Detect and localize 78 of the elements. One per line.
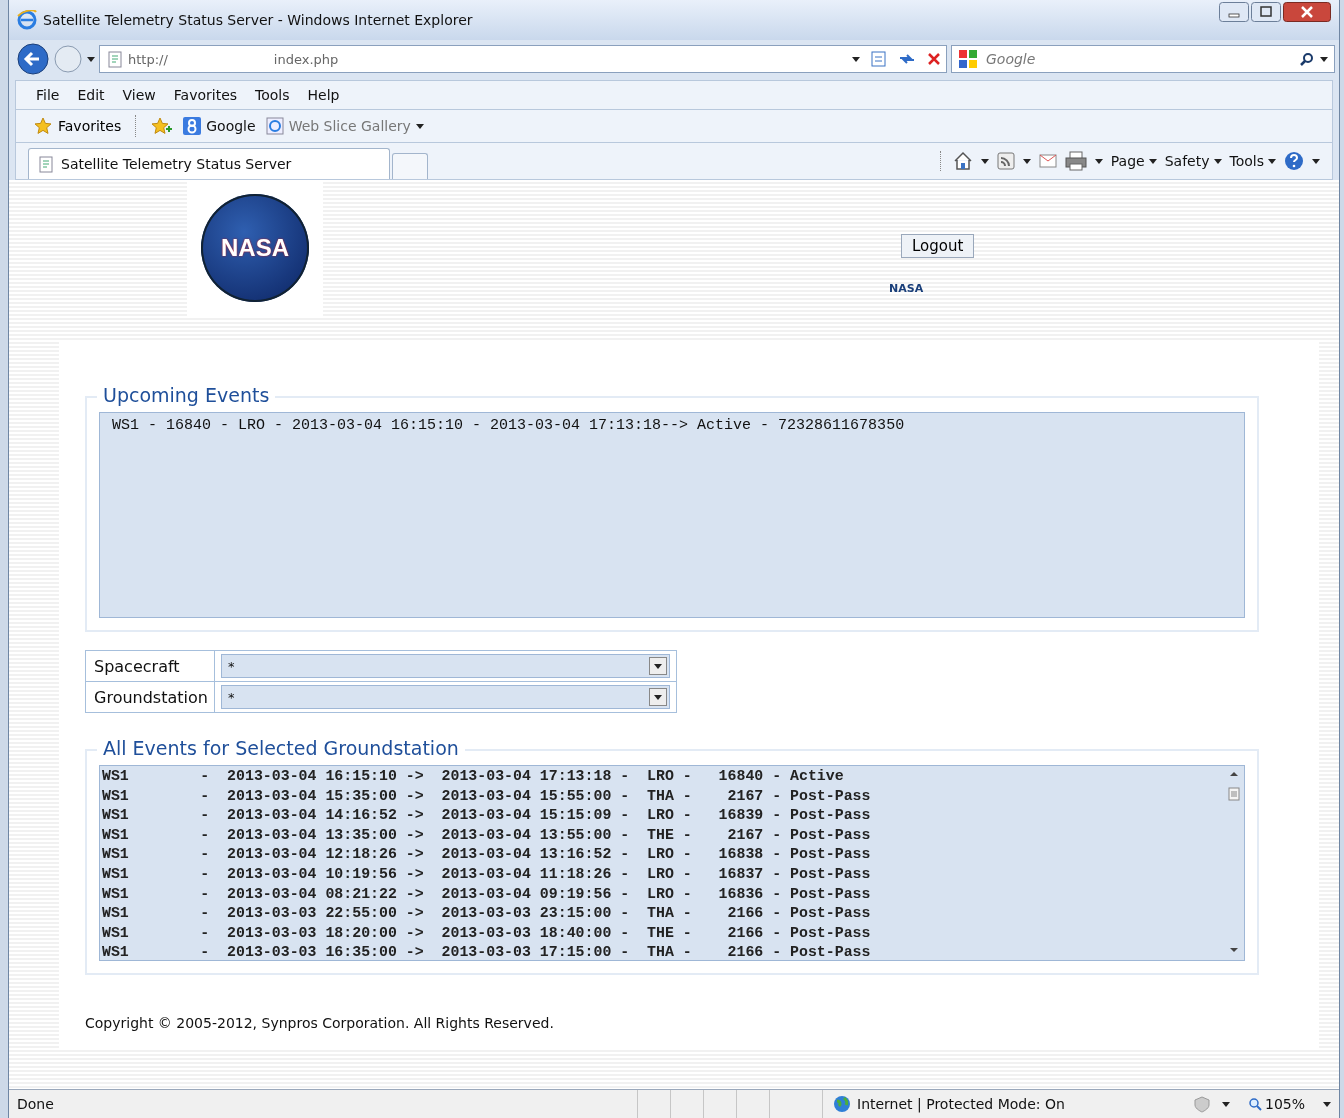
home-icon[interactable]	[952, 151, 973, 171]
event-row[interactable]: WS1 - 2013-03-04 13:35:00 -> 2013-03-04 13:55:00 - THE - 2167 - Post-Pass	[102, 825, 1224, 846]
copyright-text: Copyright © 2005-2012, Synpros Corporation. All Rights Reserved.	[85, 1015, 555, 1031]
caret-icon[interactable]	[1320, 56, 1328, 62]
events-list[interactable]	[99, 765, 1245, 961]
browser-tab[interactable]: Satellite Telemetry Status Server	[28, 148, 390, 179]
command-menu[interactable]: Page	[1110, 153, 1157, 169]
address-field[interactable]: http:// index.php	[99, 45, 947, 73]
browser-logo-icon	[17, 10, 37, 30]
dropdown[interactable]: *	[221, 654, 670, 678]
event-row[interactable]: WS1 - 2013-03-04 15:35:00 -> 2013-03-04 15:55:00 - THA - 2167 - Post-Pass	[102, 786, 1224, 807]
menu-item[interactable]: File	[36, 87, 60, 103]
event-row[interactable]: WS1 - 2013-03-04 12:18:26 -> 2013-03-04 13:16:52 - LRO - 16838 - Post-Pass	[102, 845, 1224, 865]
search-field[interactable]: Google	[951, 45, 1335, 73]
menu-item[interactable]: Help	[307, 87, 340, 103]
caret-icon[interactable]	[1221, 1101, 1230, 1107]
globe-icon	[833, 1095, 851, 1113]
caret-icon	[1148, 158, 1157, 164]
event-row[interactable]: WS1 - 2013-03-03 18:20:00 -> 2013-03-03 18:40:00 - THE - 2166 - Post-Pass	[102, 923, 1224, 944]
menu-item[interactable]: Favorites	[173, 87, 238, 103]
status-text: Done	[17, 1096, 55, 1112]
command-menu[interactable]: Safety	[1164, 153, 1222, 169]
filter-label: Groundstation	[86, 682, 215, 712]
logo-text: NASA	[221, 234, 289, 262]
caret-icon[interactable]	[1323, 1101, 1331, 1107]
favorite-link[interactable]: Google	[183, 117, 256, 135]
help-icon[interactable]	[1284, 151, 1304, 171]
url-text: http://	[128, 51, 168, 67]
logout-button[interactable]: Logout	[901, 234, 975, 258]
event-row[interactable]: WS1 - 2013-03-04 16:15:10 -> 2013-03-04 17:13:18 - LRO - 16840 - Active	[102, 767, 1224, 787]
event-row[interactable]: WS1 - 2013-03-03 16:35:00 -> 2013-03-03 17:15:00 - THA - 2166 - Post-Pass	[102, 943, 1224, 963]
zoom-icon	[1247, 1097, 1262, 1111]
zoom-level[interactable]: 105%	[1247, 1096, 1305, 1112]
event-row[interactable]: WS1 - 2013-03-04 14:16:52 -> 2013-03-04 15:15:09 - LRO - 16839 - Post-Pass	[102, 806, 1224, 826]
caret-icon[interactable]	[980, 158, 989, 164]
event-row[interactable]: WS1 - 2013-03-03 22:55:00 -> 2013-03-03 23:15:00 - THA - 2166 - Post-Pass	[102, 904, 1224, 924]
maximize-icon[interactable]	[1251, 2, 1281, 22]
caret-icon[interactable]	[87, 56, 95, 62]
page-icon	[265, 117, 284, 135]
dropdown-value: *	[228, 658, 236, 674]
mail-icon[interactable]	[1038, 154, 1057, 168]
window-title: Satellite Telemetry Status Server - Windows Internet Explorer	[43, 12, 474, 28]
page-icon	[39, 155, 53, 173]
page-icon	[108, 50, 122, 68]
caret-icon	[1213, 158, 1222, 164]
print-icon[interactable]	[1064, 151, 1087, 171]
minimize-icon[interactable]	[1219, 2, 1249, 22]
close-icon[interactable]	[1283, 2, 1331, 22]
event-line: WS1 - 16840 - LRO - 2013-03-04 16:15:10 - 2013-03-04 17:13:18--> Active - 72328611678350	[112, 417, 906, 434]
add-favorite-icon[interactable]	[151, 117, 174, 135]
caret-icon	[415, 123, 424, 129]
caret-icon[interactable]	[1094, 158, 1103, 164]
star-icon	[34, 117, 52, 135]
caret-icon[interactable]	[1312, 158, 1320, 164]
favorites-button[interactable]: Favorites	[34, 117, 122, 135]
menu-item[interactable]: Edit	[77, 87, 105, 103]
caret-icon[interactable]	[1022, 158, 1031, 164]
back-icon[interactable]	[17, 43, 49, 75]
user-label: NASA	[889, 282, 924, 295]
search-provider-icon	[958, 49, 978, 69]
search-input[interactable]: Google	[984, 50, 1294, 68]
caret-icon[interactable]	[852, 56, 860, 62]
menu-item[interactable]: View	[122, 87, 156, 103]
url-text: index.php	[273, 51, 339, 67]
dropdown[interactable]: *	[221, 685, 670, 709]
caret-icon	[1268, 158, 1276, 164]
security-zone-text: Internet | Protected Mode: On	[857, 1096, 1065, 1112]
event-row[interactable]: WS1 - 2013-03-04 08:21:22 -> 2013-03-04 09:19:56 - LRO - 16836 - Post-Pass	[102, 884, 1224, 905]
event-row[interactable]: WS1 - 2013-03-04 10:19:56 -> 2013-03-04 11:18:26 - LRO - 16837 - Post-Pass	[102, 864, 1224, 885]
favorite-link[interactable]: Web Slice Gallery	[265, 117, 424, 135]
search-icon[interactable]	[1300, 52, 1314, 66]
group-title: Upcoming Events	[97, 384, 276, 406]
menu-item[interactable]: Tools	[255, 87, 290, 103]
command-menu[interactable]: Tools	[1229, 153, 1276, 169]
stop-icon[interactable]	[926, 51, 942, 67]
filter-label: Spacecraft	[86, 651, 215, 681]
feed-icon[interactable]	[996, 152, 1015, 170]
dropdown-value: *	[228, 689, 236, 705]
